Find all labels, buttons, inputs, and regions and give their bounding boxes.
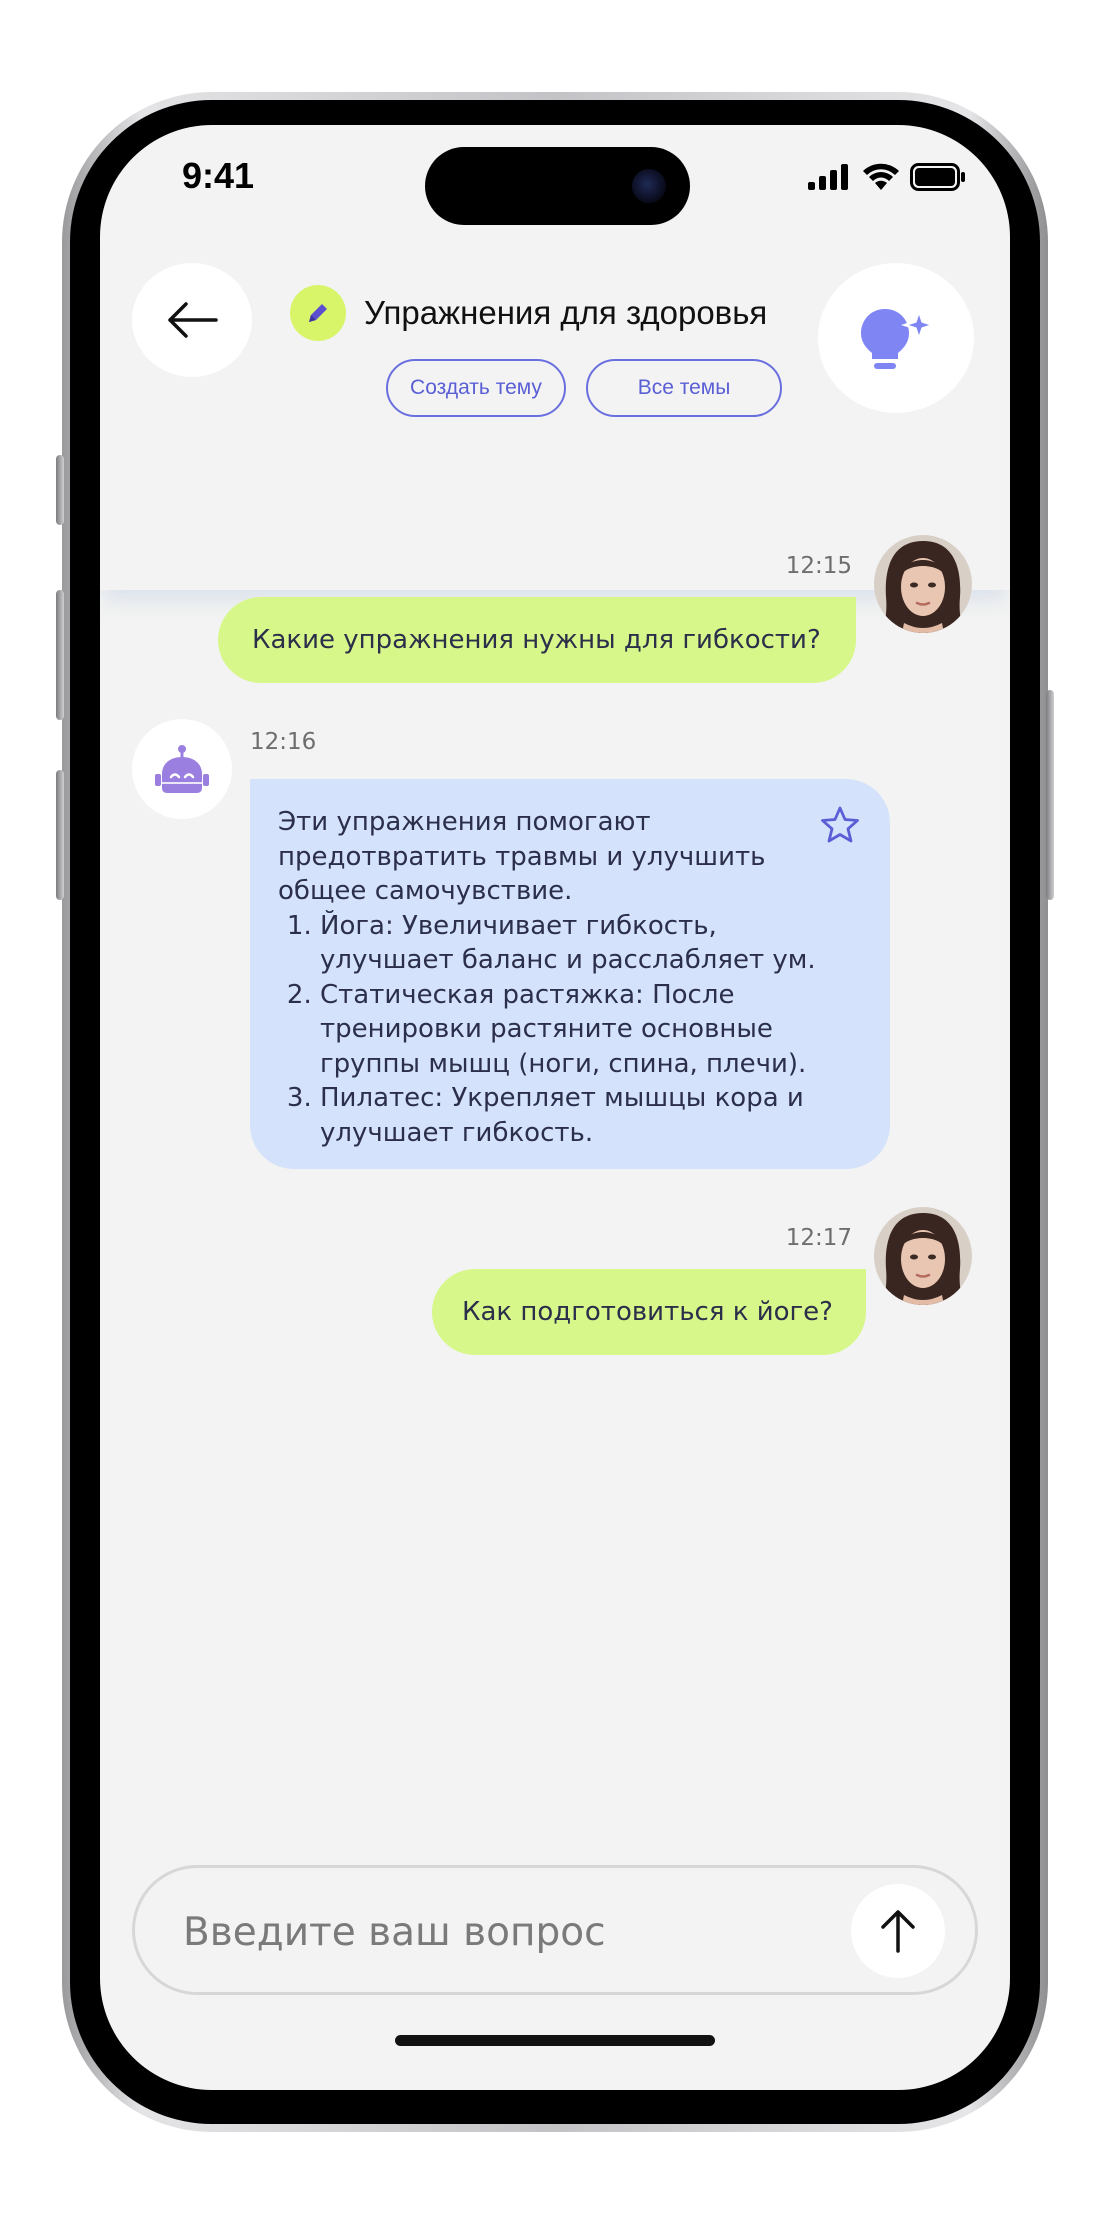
- edit-topic-button[interactable]: [290, 285, 346, 341]
- status-time: 9:41: [182, 155, 255, 196]
- robot-icon: [155, 745, 209, 793]
- status-icons: [808, 163, 966, 191]
- topic-title-row: Упражнения для здоровья: [290, 285, 767, 341]
- message-text: Какие упражнения нужны для гибкости?: [252, 625, 821, 655]
- home-indicator[interactable]: [395, 2035, 715, 2046]
- list-item: Йога: Увеличивает гибкость, улучшает бал…: [320, 909, 820, 978]
- message-text: Как подготовиться к йоге?: [462, 1297, 833, 1327]
- dynamic-island: [425, 147, 690, 225]
- create-topic-button[interactable]: Создать тему: [386, 359, 566, 417]
- lightbulb-sparkle-icon: [861, 307, 937, 369]
- message-time: 12:17: [785, 1225, 852, 1251]
- star-outline-icon: [821, 806, 859, 843]
- user-avatar: [874, 535, 972, 633]
- all-topics-button[interactable]: Все темы: [586, 359, 782, 417]
- message-list: Йога: Увеличивает гибкость, улучшает бал…: [278, 909, 820, 1151]
- page-title: Упражнения для здоровья: [364, 294, 768, 331]
- user-message-bubble: Какие упражнения нужны для гибкости?: [218, 597, 856, 683]
- user-photo: [874, 1207, 972, 1305]
- volume-down-button: [56, 770, 64, 900]
- idea-button[interactable]: [818, 263, 974, 413]
- cellular-signal-icon: [808, 164, 848, 190]
- list-item: Статическая растяжка: После тренировки р…: [320, 978, 820, 1082]
- power-button: [1046, 690, 1054, 900]
- arrow-up-icon: [881, 1910, 915, 1953]
- user-avatar: [874, 1207, 972, 1305]
- message-time: 12:15: [785, 553, 852, 579]
- volume-up-button: [56, 590, 64, 720]
- wifi-icon: [863, 163, 899, 190]
- user-message-bubble: Как подготовиться к йоге?: [432, 1269, 866, 1355]
- message-composer: [132, 1865, 978, 1995]
- favorite-button[interactable]: [820, 805, 860, 845]
- arrow-left-icon: [168, 302, 218, 338]
- action-button: [56, 455, 64, 525]
- list-item: Пилатес: Укрепляет мышцы кора и улучшает…: [320, 1081, 820, 1150]
- battery-icon: [910, 163, 965, 191]
- camera-icon: [632, 169, 666, 203]
- pencil-icon: [309, 304, 327, 322]
- bot-message-bubble: Эти упражнения помогают предотвратить тр…: [250, 779, 890, 1169]
- bot-avatar: [132, 719, 232, 819]
- back-button[interactable]: [132, 263, 252, 377]
- message-intro: Эти упражнения помогают предотвратить тр…: [278, 807, 766, 906]
- user-photo: [874, 535, 972, 633]
- app-screen: 9:41 Упражнения для здоровья Создать тем…: [100, 125, 1010, 2090]
- message-time: 12:16: [250, 729, 317, 755]
- send-button[interactable]: [851, 1884, 945, 1978]
- question-input[interactable]: [181, 1904, 825, 1960]
